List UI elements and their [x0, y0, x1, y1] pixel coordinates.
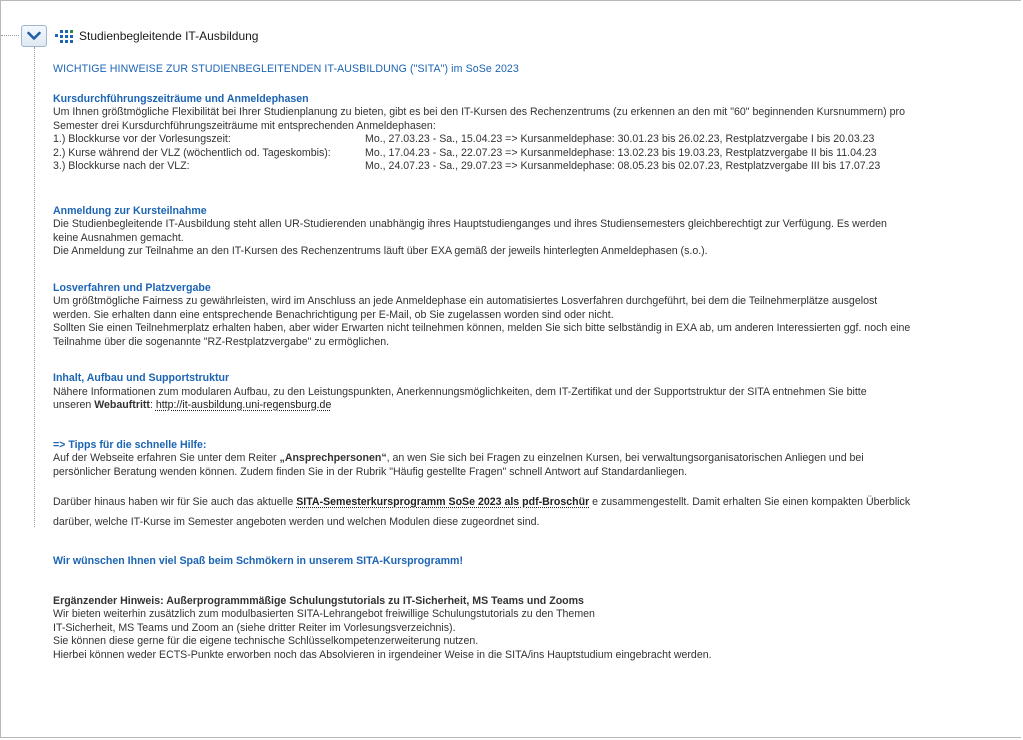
tips-heading: => Tipps für die schnelle Hilfe: [53, 438, 207, 451]
registration-line: keine Ausnahmen gemacht. [53, 231, 184, 244]
content-area: WICHTIGE HINWEISE ZUR STUDIENBEGLEITENDE… [53, 63, 1013, 662]
brochure-suffix: e zusammengestellt. Damit erhalten Sie e… [589, 496, 911, 508]
tips-prefix: Auf der Webseite erfahren Sie unter dem … [53, 452, 280, 464]
periods-heading: Kursdurchführungszeiträume und Anmeldeph… [53, 92, 309, 105]
period-row: 2.) Kurse während der VLZ (wöchentlich o… [53, 147, 880, 161]
periods-table: 1.) Blockkurse vor der Vorlesungszeit: M… [53, 133, 880, 174]
lottery-line: Um größtmögliche Fairness zu gewährleist… [53, 295, 878, 307]
contact-tab-label: „Ansprechpersonen“ [279, 452, 387, 464]
structure-prefix: unseren [53, 399, 95, 411]
supplement-heading: Ergänzender Hinweis: Außerprogrammmäßige… [53, 594, 584, 607]
tree-connector-horizontal [1, 35, 19, 36]
closing-message: Wir wünschen Ihnen viel Spaß beim Schmök… [53, 555, 464, 567]
registration-heading: Anmeldung zur Kursteilnahme [53, 204, 207, 217]
period-dates: Mo., 27.03.23 - Sa., 15.04.23 => Kursanm… [365, 133, 875, 145]
supplement-line: IT-Sicherheit, MS Teams und Zoom an (sie… [53, 621, 456, 634]
supplement-line: Wir bieten weiterhin zusätzlich zum modu… [53, 608, 595, 620]
registration-line: Die Anmeldung zur Teilnahme an den IT-Ku… [53, 245, 708, 257]
lottery-line: Sollten Sie einen Teilnehmerplatz erhalt… [53, 322, 911, 334]
period-label: 1.) Blockkurse vor der Vorlesungszeit: [53, 133, 231, 145]
registration-section: Anmeldung zur Kursteilnahme Die Studienb… [53, 205, 1013, 259]
brochure-link[interactable]: SITA-Semesterkursprogramm SoSe 2023 als … [296, 496, 589, 508]
supplement-line: Hierbei können weder ECTS-Punkte erworbe… [53, 648, 712, 661]
lottery-section: Losverfahren und Platzvergabe Um größtmö… [53, 282, 1013, 350]
main-heading: WICHTIGE HINWEISE ZUR STUDIENBEGLEITENDE… [53, 63, 519, 75]
chevron-down-icon [27, 31, 41, 40]
website-link[interactable]: http://it-ausbildung.uni-regensburg.de [156, 399, 332, 411]
structure-line: unseren Webauftritt: http://it-ausbildun… [53, 399, 1013, 413]
tips-line: darüber, welche IT-Kurse im Semester ang… [53, 516, 540, 528]
web-label: Webauftritt [94, 399, 150, 411]
lottery-line: werden. Sie erhalten dann eine entsprech… [53, 308, 614, 321]
tips-line: persönlicher Beratung wenden können. Zud… [53, 465, 688, 478]
brochure-prefix: Darüber hinaus haben wir für Sie auch da… [53, 496, 297, 508]
supplement-line: Sie können diese gerne für die eigene te… [53, 635, 479, 647]
tree-node-header: Studienbegleitende IT-Ausbildung [21, 25, 258, 47]
structure-section: Inhalt, Aufbau und Supportstruktur Näher… [53, 372, 1013, 413]
supplement-section: Ergänzender Hinweis: Außerprogrammmäßige… [53, 595, 1013, 663]
period-label: 3.) Blockkurse nach der VLZ: [53, 160, 190, 172]
tips-line: Auf der Webseite erfahren Sie unter dem … [53, 452, 1013, 466]
tree-connector-vertical [34, 47, 35, 527]
structure-line: Nähere Informationen zum modularen Aufba… [53, 385, 867, 398]
collapse-toggle-button[interactable] [21, 25, 47, 47]
registration-line: Die Studienbegleitende IT-Ausbildung ste… [53, 218, 887, 230]
period-row: 3.) Blockkurse nach der VLZ: Mo., 24.07.… [53, 160, 880, 174]
periods-section: Kursdurchführungszeiträume und Anmeldeph… [53, 93, 1013, 174]
node-title[interactable]: Studienbegleitende IT-Ausbildung [79, 29, 258, 43]
structure-heading: Inhalt, Aufbau und Supportstruktur [53, 372, 230, 384]
periods-intro-line: Semester drei Kursdurchführungszeiträume… [53, 119, 436, 132]
periods-intro-line: Um Ihnen größtmögliche Flexibilität bei … [53, 106, 905, 118]
period-dates: Mo., 24.07.23 - Sa., 29.07.23 => Kursanm… [365, 160, 881, 172]
grid-dots-icon [55, 30, 73, 43]
period-dates: Mo., 17.04.23 - Sa., 22.07.23 => Kursanm… [365, 146, 877, 159]
tips-line: Darüber hinaus haben wir für Sie auch da… [53, 492, 1013, 512]
period-row: 1.) Blockkurse vor der Vorlesungszeit: M… [53, 133, 880, 147]
tips-suffix: , an wen Sie sich bei Fragen zu einzelne… [386, 452, 864, 464]
lottery-line: Teilnahme über die sogenannte "RZ-Restpl… [53, 335, 390, 348]
page: Studienbegleitende IT-Ausbildung WICHTIG… [0, 0, 1021, 738]
period-label: 2.) Kurse während der VLZ (wöchentlich o… [53, 146, 331, 159]
tips-section: => Tipps für die schnelle Hilfe: Auf der… [53, 439, 1013, 533]
lottery-heading: Losverfahren und Platzvergabe [53, 281, 211, 294]
